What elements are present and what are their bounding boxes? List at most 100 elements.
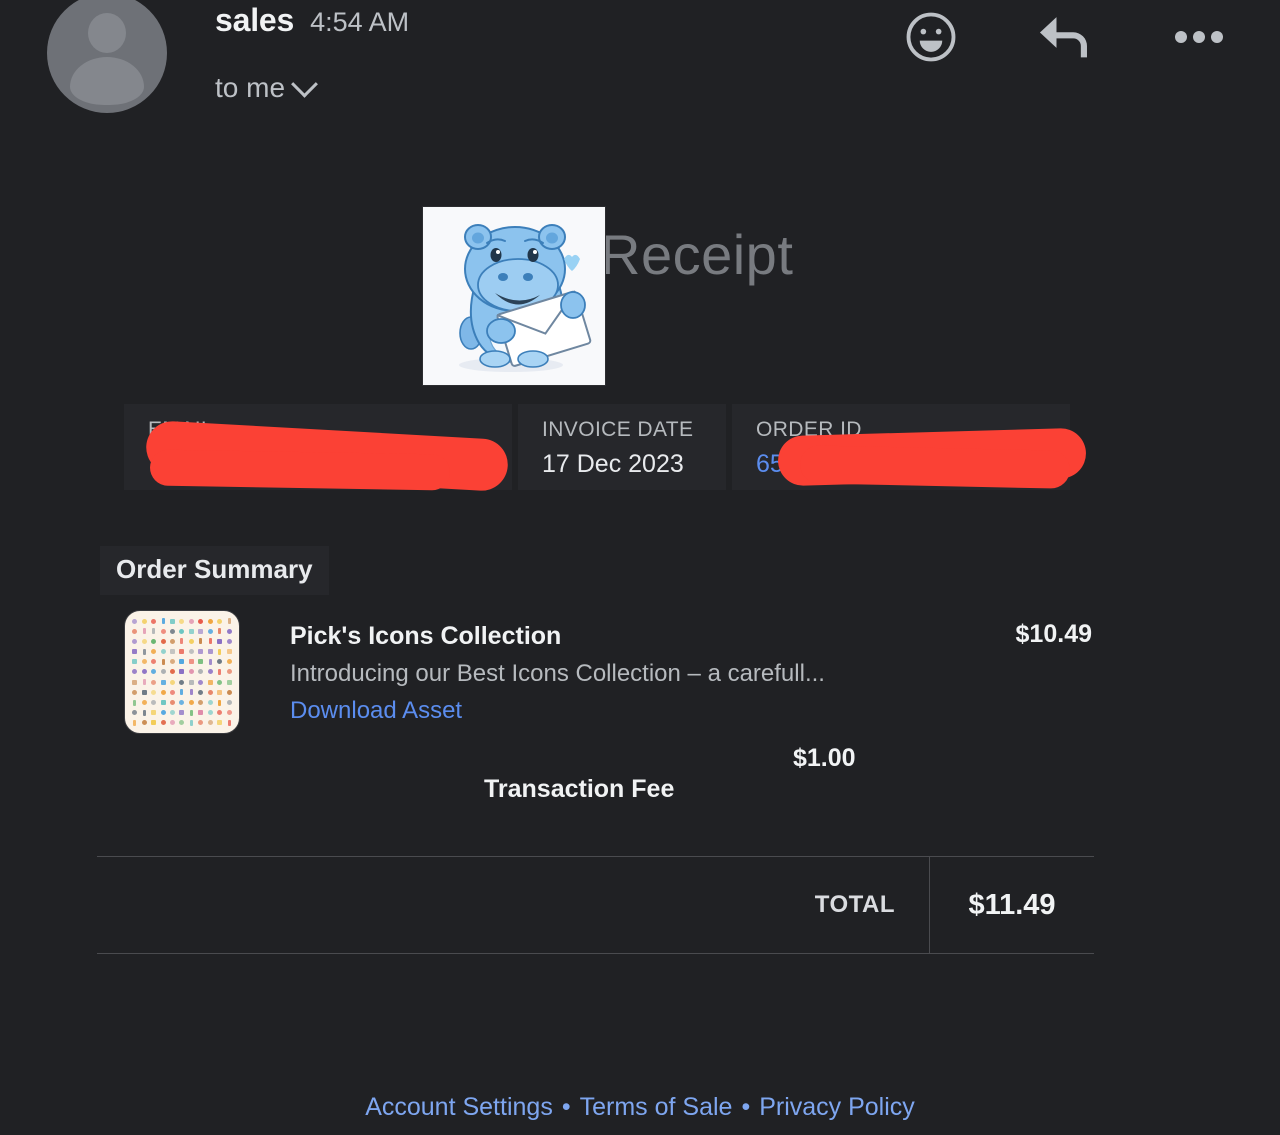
sender-avatar[interactable] (47, 0, 167, 113)
footer-link-terms-of-sale[interactable]: Terms of Sale (580, 1093, 733, 1121)
thumbnail-icon-dot (188, 649, 194, 655)
thumbnail-icon-dot (207, 669, 213, 675)
thumbnail-icon-dot (189, 689, 193, 696)
thumbnail-icon-dot (198, 618, 204, 624)
thumbnail-icon-dot (207, 618, 213, 624)
line-item-price: $10.49 (1015, 620, 1092, 648)
thumbnail-icon-dot (132, 689, 138, 695)
info-cell-order-id: ORDER ID 65 (732, 404, 1070, 490)
order-line-item: Pick's Icons Collection Introducing our … (124, 610, 1092, 734)
thumbnail-icon-dot (142, 628, 146, 635)
thumbnail-icon-dot (218, 628, 222, 635)
thumbnail-icon-dot (198, 679, 204, 685)
thumbnail-icon-dot (199, 638, 203, 645)
footer-link-account-settings[interactable]: Account Settings (365, 1093, 553, 1121)
thumbnail-icon-dot (132, 669, 138, 675)
thumbnail-icon-dot (132, 618, 138, 624)
thumbnail-icon-dot (151, 720, 157, 726)
thumbnail-icon-dot (198, 700, 204, 706)
info-cell-email: EMAIL (124, 404, 512, 490)
thumbnail-icon-dot (218, 648, 222, 655)
transaction-fee-label: Transaction Fee (484, 775, 675, 803)
icons-collection-thumbnail (124, 610, 240, 734)
footer-link-privacy-policy[interactable]: Privacy Policy (759, 1093, 915, 1121)
thumbnail-icon-dot (188, 679, 194, 685)
more-options-icon[interactable] (1172, 27, 1226, 47)
avatar-head-shape (88, 13, 126, 53)
thumbnail-icon-dot (160, 679, 166, 685)
thumbnail-icon-dot (132, 638, 138, 644)
thumbnail-icon-dot (217, 710, 223, 716)
message-timestamp: 4:54 AM (310, 7, 410, 37)
thumbnail-icon-dot (160, 649, 166, 655)
hippo-mascot-image (422, 206, 606, 386)
info-value-order-id[interactable]: 65 (756, 450, 1046, 479)
emoji-reaction-icon[interactable] (904, 10, 958, 64)
recipient-label: to me (215, 72, 286, 103)
total-value-cell: $11.49 (930, 857, 1094, 953)
thumbnail-icon-dot (188, 628, 194, 634)
thumbnail-icon-dot (180, 638, 184, 645)
thumbnail-icon-dot (227, 719, 231, 726)
thumbnail-icon-dot (132, 649, 138, 655)
thumbnail-icon-dot (151, 700, 157, 706)
thumbnail-icon-dot (226, 659, 232, 665)
thumbnail-icon-dot (189, 709, 193, 716)
thumbnail-icon-dot (170, 689, 176, 695)
thumbnail-icon-dot (198, 628, 204, 634)
thumbnail-icon-dot (179, 700, 185, 706)
thumbnail-icon-dot (217, 638, 223, 644)
thumbnail-icon-dot (179, 659, 185, 665)
sender-name[interactable]: sales (215, 2, 294, 39)
thumbnail-icon-dot (151, 649, 157, 655)
thumbnail-icon-dot (208, 658, 212, 665)
thumbnail-icon-dot (218, 668, 222, 675)
thumbnail-icon-dot (160, 638, 166, 644)
thumbnail-icon-dot (198, 659, 204, 665)
thumbnail-icon-dot (170, 638, 176, 644)
thumbnail-icon-dot (160, 689, 166, 695)
thumbnail-icon-dot (207, 628, 213, 634)
thumbnail-icon-dot (161, 658, 165, 665)
thumbnail-icon-dot (226, 649, 232, 655)
thumbnail-icon-dot (198, 710, 204, 716)
thumbnail-icon-dot (198, 689, 204, 695)
recipient-details-toggle[interactable]: to me (215, 70, 318, 104)
thumbnail-icon-dot (207, 720, 213, 726)
thumbnail-icon-dot (217, 679, 223, 685)
thumbnail-icon-dot (198, 649, 204, 655)
sender-line: sales 4:54 AM (215, 2, 409, 39)
thumbnail-icon-dot (170, 649, 176, 655)
receipt-footer: Account Settings • Terms of Sale • Privacy P… (0, 1093, 1280, 1122)
thumbnail-icon-dot (226, 669, 232, 675)
avatar-body-shape (70, 57, 144, 105)
thumbnail-icon-dot (160, 710, 166, 716)
download-asset-link[interactable]: Download Asset (290, 697, 1016, 725)
thumbnail-icon-dot (226, 638, 232, 644)
footer-separator-1: • (561, 1093, 571, 1121)
thumbnail-icon-dot (132, 659, 138, 665)
email-message-header: sales 4:54 AM to me (0, 0, 1280, 130)
thumbnail-icon-dot (141, 618, 147, 624)
thumbnail-icon-dot (179, 649, 185, 655)
thumbnail-icon-dot (170, 628, 176, 634)
message-actions (904, 10, 1226, 64)
thumbnail-icon-dot (227, 618, 231, 625)
thumbnail-icon-dot (160, 700, 166, 706)
thumbnail-icon-dot (132, 628, 138, 634)
thumbnail-icon-dot (188, 659, 194, 665)
thumbnail-icon-dot (132, 710, 138, 716)
thumbnail-icon-dot (151, 689, 157, 695)
thumbnail-icon-dot (218, 699, 222, 706)
order-summary-heading: Order Summary (100, 546, 329, 595)
thumbnail-icon-dot (226, 689, 232, 695)
receipt-banner: Receipt (0, 150, 1280, 386)
thumbnail-icon-dot (226, 628, 232, 634)
thumbnail-icon-dot (188, 638, 194, 644)
reply-icon[interactable] (1034, 11, 1096, 63)
thumbnail-icon-dot (141, 700, 147, 706)
footer-separator-2: • (741, 1093, 751, 1121)
receipt-info-strip: EMAIL INVOICE DATE 17 Dec 2023 ORDER ID … (124, 404, 1070, 490)
thumbnail-icon-dot (208, 638, 212, 645)
thumbnail-icon-dot (170, 669, 176, 675)
